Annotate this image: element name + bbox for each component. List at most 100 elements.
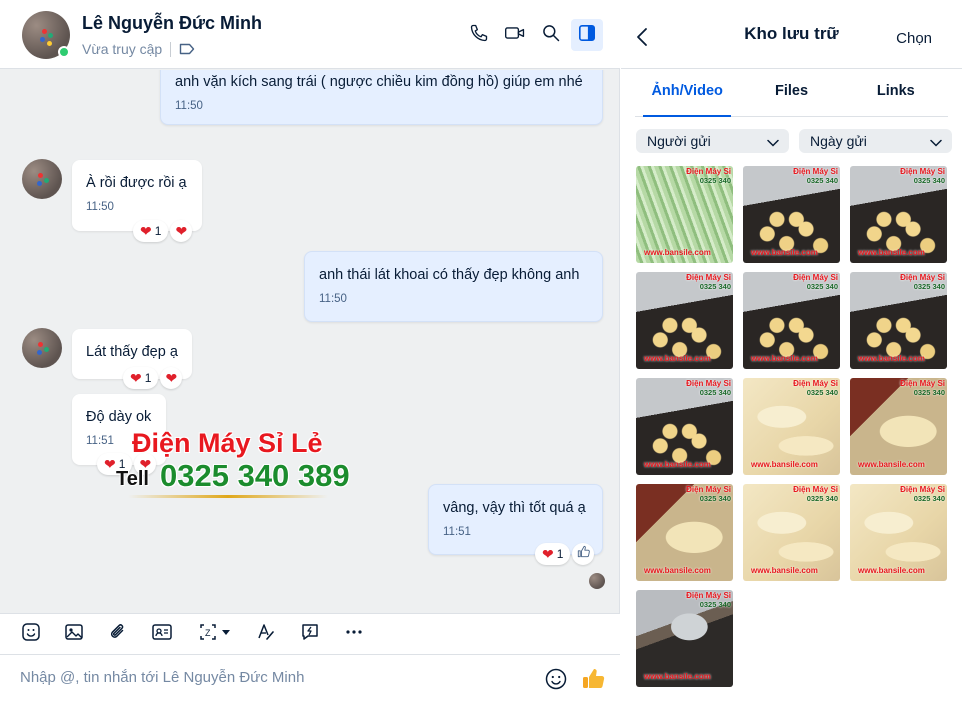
media-thumbnail[interactable]: Điện Máy Sỉ 0325 340 www.bansile.com [743,272,840,369]
sender-avatar[interactable] [22,328,62,368]
media-thumbnail[interactable]: Điện Máy Sỉ 0325 340 www.bansile.com [636,590,733,687]
media-thumbnail[interactable]: Điện Máy Sỉ 0325 340 www.bansile.com [850,166,947,263]
more-options-button[interactable] [342,622,366,646]
watermark-phone: 0325 340 389 [160,458,350,493]
thumb-watermark-brand: Điện Máy Sỉ [686,379,731,388]
media-thumbnail[interactable]: Điện Máy Sỉ 0325 340 www.bansile.com [636,378,733,475]
thumb-watermark-site: www.bansile.com [644,566,711,575]
media-thumbnail[interactable]: Điện Máy Sỉ 0325 340 www.bansile.com [743,484,840,581]
more-icon [344,622,364,647]
tab-links[interactable]: Links [844,70,948,116]
screenshot-button[interactable]: Z [194,622,238,646]
call-button[interactable] [463,19,495,51]
contact-name[interactable]: Lê Nguyễn Đức Minh [82,13,262,34]
thumb-watermark-brand: Điện Máy Sỉ [793,167,838,176]
reaction-bar[interactable]: ❤ 1 ❤ [123,367,183,389]
like-icon [577,545,590,563]
select-button[interactable]: Chọn [896,30,932,47]
thumb-watermark-brand: Điện Máy Sỉ [793,379,838,388]
media-thumbnail[interactable]: Điện Máy Sỉ 0325 340 www.bansile.com [850,378,947,475]
reaction-count[interactable]: ❤ 1 [123,367,159,389]
react-button[interactable]: ❤ [170,220,193,242]
thumb-watermark-phone: 0325 340 [806,282,838,291]
heart-icon: ❤ [140,223,152,239]
message-bubble-own[interactable]: anh thái lát khoai có thấy đẹp không anh… [304,251,603,322]
media-thumbnail[interactable]: Điện Máy Sỉ 0325 340 www.bansile.com [850,272,947,369]
thumb-watermark-brand: Điện Máy Sỉ [900,379,945,388]
thumb-watermark-brand: Điện Máy Sỉ [686,167,731,176]
attach-icon [108,622,128,647]
attach-file-button[interactable] [106,622,130,646]
sender-filter-label: Người gửi [647,133,711,149]
thumb-watermark-phone: 0325 340 [699,494,731,503]
svg-text:Z: Z [205,628,211,638]
media-thumbnail[interactable]: Điện Máy Sỉ 0325 340 www.bansile.com [850,484,947,581]
text-format-button[interactable] [254,622,278,646]
message-text: Độ dày ok [86,409,152,425]
media-thumbnail[interactable]: Điện Máy Sỉ 0325 340 www.bansile.com [743,378,840,475]
tab-files[interactable]: Files [739,70,843,116]
thumb-watermark-site: www.bansile.com [858,354,925,363]
media-grid: Điện Máy Sỉ 0325 340 www.bansile.com Điện M… [636,166,948,687]
watermark-tell-label: Tell [116,468,149,490]
quick-like-button[interactable] [580,666,606,697]
thumb-watermark-brand: Điện Máy Sỉ [900,167,945,176]
thumb-watermark-site: www.bansile.com [751,566,818,575]
chat-header: Lê Nguyễn Đức Minh Vừa truy cập [0,0,620,69]
date-filter-dropdown[interactable]: Ngày gửi [799,129,952,153]
react-button[interactable]: ❤ [160,367,183,389]
thumb-watermark-site: www.bansile.com [644,248,711,257]
quick-message-button[interactable] [298,622,322,646]
message-list[interactable]: anh vặn kích sang trái ( ngược chiều kim… [0,70,620,613]
send-contact-card-button[interactable] [150,622,174,646]
sticker-button[interactable] [19,622,43,646]
toggle-info-panel-button[interactable] [571,19,603,51]
reaction-count[interactable]: ❤ 1 [535,543,571,565]
reaction-bar[interactable]: ❤ 1 [535,543,595,565]
tab-media[interactable]: Ảnh/Video [635,70,739,117]
screenshot-icon: Z [198,622,234,647]
heart-icon: ❤ [542,546,554,562]
message-text: Lát thấy đẹp ạ [86,344,178,360]
emoji-button[interactable] [544,667,568,696]
thumb-watermark-site: www.bansile.com [751,354,818,363]
media-thumbnail[interactable]: Điện Máy Sỉ 0325 340 www.bansile.com [636,484,733,581]
message-bubble-own[interactable]: anh vặn kích sang trái ( ngược chiều kim… [160,70,603,125]
tag-icon[interactable] [179,42,195,61]
heart-icon: ❤ [104,456,116,472]
search-icon [541,23,561,48]
reaction-count-value: 1 [556,547,564,561]
message-time: 11:50 [86,201,114,213]
message-text: vâng, vậy thì tốt quá ạ [443,500,586,516]
media-thumbnail[interactable]: Điện Máy Sỉ 0325 340 www.bansile.com [636,272,733,369]
message-time: 11:51 [443,526,471,538]
video-call-button[interactable] [499,19,531,51]
message-time: 11:50 [319,293,347,305]
thumb-watermark-phone: 0325 340 [699,176,731,185]
sender-filter-dropdown[interactable]: Người gửi [636,129,789,153]
panel-icon [578,24,596,47]
media-thumbnail[interactable]: Điện Máy Sỉ 0325 340 www.bansile.com [636,166,733,263]
reaction-count-value: 1 [144,371,152,385]
thumb-watermark-phone: 0325 340 [699,282,731,291]
reaction-bar[interactable]: ❤ 1 ❤ [133,220,193,242]
message-input[interactable] [20,669,520,686]
search-button[interactable] [535,19,567,51]
send-image-button[interactable] [62,622,86,646]
video-icon [504,23,526,48]
thumb-watermark-brand: Điện Máy Sỉ [900,273,945,282]
thumb-watermark-site: www.bansile.com [751,460,818,469]
message-text: À rồi được rồi ạ [86,175,187,191]
composer-toolbar: Z [0,613,620,655]
react-button[interactable] [572,543,595,565]
sender-avatar[interactable] [22,159,62,199]
thumb-watermark-phone: 0325 340 [699,388,731,397]
divider [170,42,171,57]
contact-card-icon [151,622,173,647]
thumb-watermark-brand: Điện Máy Sỉ [793,273,838,282]
media-thumbnail[interactable]: Điện Máy Sỉ 0325 340 www.bansile.com [743,166,840,263]
image-icon [64,622,84,647]
thumb-watermark-site: www.bansile.com [644,354,711,363]
thumb-watermark-phone: 0325 340 [806,388,838,397]
reaction-count[interactable]: ❤ 1 [133,220,169,242]
